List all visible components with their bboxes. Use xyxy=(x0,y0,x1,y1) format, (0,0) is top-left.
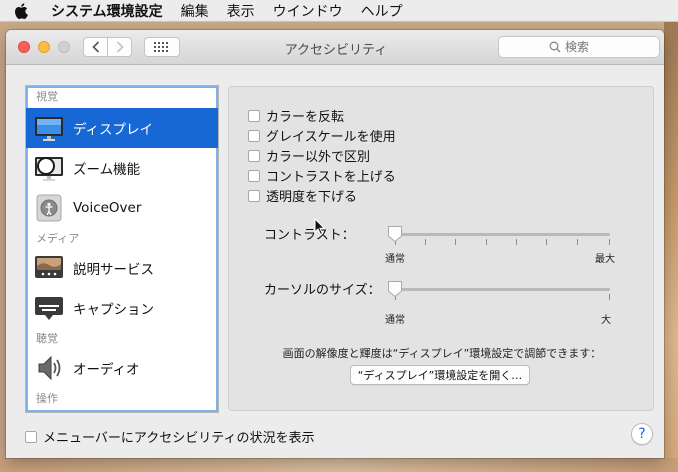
contrast-slider-thumb[interactable] xyxy=(387,225,403,243)
section-header-hearing: 聴覚 xyxy=(36,332,58,345)
category-list[interactable]: 視覚 ディスプレイ ズーム機能 VoiceOver メディア 説明サービス キャ… xyxy=(25,85,219,413)
sidebar-item-display[interactable]: ディスプレイ xyxy=(26,108,218,148)
cursor-size-slider-thumb[interactable] xyxy=(387,280,403,298)
sidebar-item-label: 説明サービス xyxy=(73,262,154,278)
window-title: アクセシビリティ xyxy=(284,43,388,58)
help-button[interactable]: ? xyxy=(631,423,653,445)
sidebar-item-label: ズーム機能 xyxy=(73,162,141,178)
chevron-right-icon xyxy=(116,41,124,53)
section-header-vision: 視覚 xyxy=(36,90,58,103)
minimize-button[interactable] xyxy=(38,41,50,53)
sidebar-item-label: VoiceOver xyxy=(73,200,142,216)
cursor-size-label: カーソルのサイズ： xyxy=(264,283,381,298)
sidebar-item-voiceover[interactable]: VoiceOver xyxy=(26,188,218,228)
display-prefs-note: 画面の解像度と輝度は“ディスプレイ”環境設定で調節できます： xyxy=(282,347,602,360)
speaker-icon xyxy=(38,355,61,381)
section-header-interaction: 操作 xyxy=(36,392,58,405)
checkbox-box[interactable] xyxy=(248,189,260,202)
preferences-window: アクセシビリティ 視覚 ディスプレイ xyxy=(6,30,664,458)
desktop-background-bottom xyxy=(0,458,678,472)
mouse-cursor-icon xyxy=(314,218,326,236)
checkbox-box[interactable] xyxy=(248,149,260,162)
cursor-size-min-label: 通常 xyxy=(385,315,405,326)
contrast-max-label: 最大 xyxy=(595,254,615,265)
sidebar-item-audio[interactable]: オーディオ xyxy=(26,348,218,388)
checkbox-label: メニューバーにアクセシビリティの状況を表示 xyxy=(43,431,315,446)
grayscale-checkbox[interactable]: グレイスケールを使用 xyxy=(248,126,396,145)
sidebar-item-zoom[interactable]: ズーム機能 xyxy=(26,148,218,188)
voiceover-icon xyxy=(36,194,62,222)
back-button[interactable] xyxy=(83,37,108,57)
contrast-min-label: 通常 xyxy=(385,254,405,265)
grid-icon xyxy=(154,42,168,52)
contrast-slider-ticks xyxy=(395,239,611,245)
checkbox-label: カラー以外で区別 xyxy=(266,150,371,165)
display-icon xyxy=(35,117,63,141)
sidebar-item-label: ディスプレイ xyxy=(73,122,154,138)
contrast-slider-track[interactable] xyxy=(394,233,610,236)
checkbox-box[interactable] xyxy=(248,109,260,122)
increase-contrast-checkbox[interactable]: コントラストを上げる xyxy=(248,166,396,185)
contrast-label: コントラスト： xyxy=(264,228,355,243)
checkbox-label: 透明度を下げる xyxy=(266,190,358,205)
show-all-button[interactable] xyxy=(144,37,180,57)
show-status-in-menubar-checkbox[interactable]: メニューバーにアクセシビリティの状況を表示 xyxy=(25,427,314,446)
open-display-prefs-button[interactable]: “ディスプレイ”環境設定を開く… xyxy=(350,365,530,385)
checkbox-label: コントラストを上げる xyxy=(266,170,396,185)
cursor-size-max-label: 大 xyxy=(601,315,611,326)
zoom-button[interactable] xyxy=(58,41,70,53)
checkbox-box[interactable] xyxy=(248,169,260,182)
sidebar-item-label: オーディオ xyxy=(73,362,140,378)
menu-help[interactable]: ヘルプ xyxy=(352,1,412,21)
checkbox-box[interactable] xyxy=(25,430,37,443)
search-icon xyxy=(549,41,561,53)
apple-icon[interactable] xyxy=(0,2,42,19)
close-button[interactable] xyxy=(18,41,30,53)
menu-app-name[interactable]: システム環境設定 xyxy=(42,1,172,21)
display-settings-panel: カラーを反転 グレイスケールを使用 カラー以外で区別 コントラストを上げる 透明… xyxy=(228,86,654,411)
sidebar-item-descriptions[interactable]: 説明サービス xyxy=(26,248,218,288)
checkbox-label: グレイスケールを使用 xyxy=(266,130,396,145)
reduce-transparency-checkbox[interactable]: 透明度を下げる xyxy=(248,186,357,205)
descriptions-icon xyxy=(35,256,63,278)
checkbox-label: カラーを反転 xyxy=(266,110,345,125)
zoom-icon xyxy=(35,157,63,181)
differentiate-without-color-checkbox[interactable]: カラー以外で区別 xyxy=(248,146,370,165)
checkbox-box[interactable] xyxy=(248,129,260,142)
invert-colors-checkbox[interactable]: カラーを反転 xyxy=(248,106,344,125)
search-input[interactable] xyxy=(565,40,609,54)
title-bar: アクセシビリティ xyxy=(6,30,664,65)
menu-window[interactable]: ウインドウ xyxy=(264,1,352,21)
captions-icon xyxy=(35,297,63,320)
menu-edit[interactable]: 編集 xyxy=(172,1,218,21)
sidebar-item-captions[interactable]: キャプション xyxy=(26,288,218,328)
search-field[interactable] xyxy=(498,36,660,58)
menu-bar: システム環境設定 編集 表示 ウインドウ ヘルプ xyxy=(0,0,678,22)
sidebar-item-label: キャプション xyxy=(73,302,154,318)
forward-button[interactable] xyxy=(107,37,132,57)
chevron-left-icon xyxy=(91,41,99,53)
desktop-background xyxy=(664,20,678,472)
cursor-size-slider-track[interactable] xyxy=(394,288,610,291)
cursor-size-slider-ticks xyxy=(395,294,611,300)
section-header-media: メディア xyxy=(36,232,80,245)
menu-view[interactable]: 表示 xyxy=(218,1,264,21)
